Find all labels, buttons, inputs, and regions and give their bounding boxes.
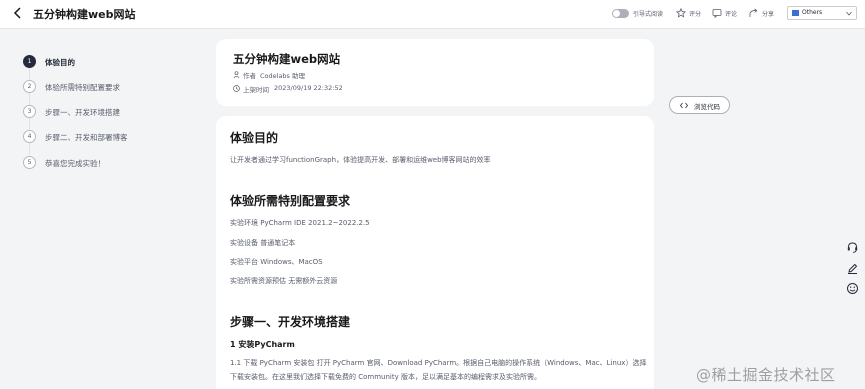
step-connector: [29, 118, 30, 130]
edit-feedback-icon[interactable]: [846, 262, 859, 275]
watermark: @稀土掘金技术社区: [696, 366, 836, 384]
author-key: 作者: [243, 72, 256, 80]
time-value: 2023/09/19 22:32:52: [274, 84, 343, 92]
rate-button[interactable]: 评分: [689, 9, 701, 18]
user-icon: [233, 71, 240, 78]
step-connector: [29, 93, 30, 105]
paragraph: 实验设备 普通笔记本: [230, 239, 296, 247]
step-connector: [29, 68, 30, 80]
section-title-purpose: 体验目的: [230, 131, 279, 145]
article-content-card: 体验目的 让开发者通过学习functionGraph，体验提高开发、部署和运维w…: [216, 116, 654, 389]
comment-button[interactable]: 评论: [725, 9, 737, 18]
step-number: 3: [23, 105, 36, 118]
rate-icon[interactable]: [676, 8, 686, 18]
step-connector: [29, 143, 30, 155]
author-value: Codelabs 助理: [260, 72, 306, 80]
article-header-card: 五分钟构建web网站 作者 Codelabs 助理 上架时间 2023/09/1…: [216, 39, 654, 106]
step-number: 1: [23, 55, 36, 68]
author-row: 作者 Codelabs 助理: [233, 70, 433, 80]
language-select[interactable]: Others: [787, 6, 857, 20]
page-title: 五分钟构建web网站: [33, 8, 136, 21]
clock-icon: [233, 85, 240, 92]
share-icon[interactable]: [749, 8, 759, 18]
step-label: 体验所需特别配置要求: [45, 83, 120, 92]
immersive-reading-label: 引导式阅读: [633, 11, 664, 18]
immersive-reading-toggle[interactable]: [612, 9, 629, 18]
customer-service-icon[interactable]: [846, 241, 859, 254]
paragraph: 实验平台 Windows、MacOS: [230, 258, 323, 266]
step-label: 恭喜您完成实验！: [45, 159, 105, 168]
language-value: Others: [802, 9, 823, 16]
view-code-label: 浏览代码: [694, 103, 720, 111]
smile-icon[interactable]: [846, 282, 859, 295]
flag-icon: [792, 10, 799, 16]
toggle-knob: [613, 10, 620, 17]
subsection-title: 1 安装PyCharm: [230, 340, 295, 349]
step-label: 步骤一、开发环境搭建: [45, 108, 120, 117]
article-title: 五分钟构建web网站: [233, 52, 341, 66]
chevron-down-icon: [846, 11, 852, 16]
paragraph: 实验环境 PyCharm IDE 2021.2~2022.2.5: [230, 219, 370, 227]
step-label: 体验目的: [45, 58, 75, 67]
step-number: 2: [23, 80, 36, 93]
section-title-requirements: 体验所需特别配置要求: [230, 194, 351, 208]
section-title-step1: 步骤一、开发环境搭建: [230, 315, 351, 329]
code-icon: [680, 102, 688, 109]
publish-time-row: 上架时间 2023/09/19 22:32:52: [233, 84, 433, 94]
step-number: 4: [23, 130, 36, 143]
comment-icon[interactable]: [712, 8, 722, 18]
time-key: 上架时间: [243, 86, 269, 94]
top-bar: 五分钟构建web网站 引导式阅读 评分 评论 分享 Others: [0, 0, 865, 29]
view-code-button[interactable]: 浏览代码: [669, 96, 730, 114]
paragraph: 实验所需资源预估 无需额外云资源: [230, 277, 338, 285]
share-button[interactable]: 分享: [762, 9, 774, 18]
paragraph: 让开发者通过学习functionGraph，体验提高开发、部署和运维web博客网…: [230, 156, 491, 164]
paragraph: 下载安装包。在这里我们选择下载免费的 Community 版本，足以满足基本的编…: [230, 373, 541, 381]
back-icon[interactable]: [11, 6, 25, 20]
step-number: 5: [23, 156, 36, 169]
step-label: 步骤二、开发和部署博客: [45, 133, 128, 142]
paragraph: 1.1 下载 PyCharm 安装包 打开 PyCharm 官网、Downloa…: [230, 359, 647, 367]
